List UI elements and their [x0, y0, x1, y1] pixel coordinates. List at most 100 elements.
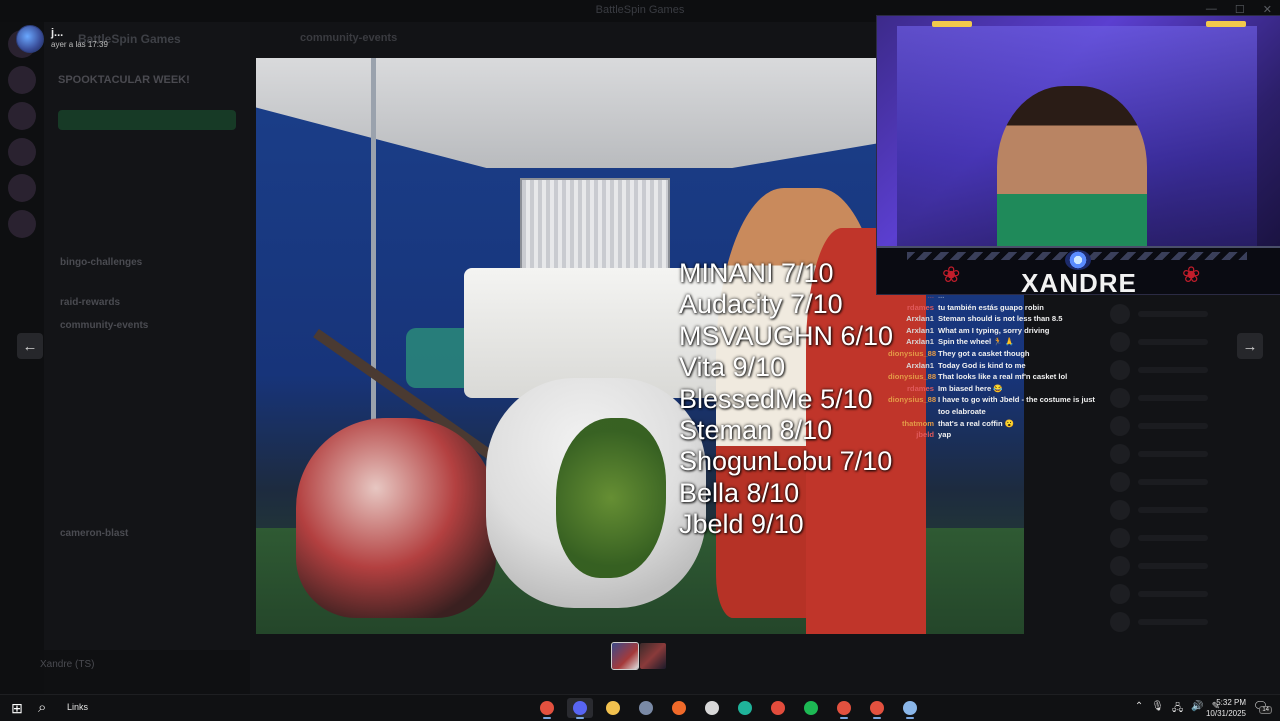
taskbar-app[interactable] — [600, 698, 626, 718]
server-icon[interactable] — [8, 66, 36, 94]
member-item[interactable] — [1110, 300, 1280, 328]
discord-icon — [573, 701, 587, 715]
chat-message: rdames tu también estás guapo robin — [888, 302, 1098, 314]
image-thumbnail[interactable] — [611, 642, 639, 670]
taskbar-apps — [534, 698, 923, 719]
user-panel — [44, 650, 250, 694]
volume-icon[interactable]: 🔊 — [1191, 701, 1203, 718]
search-label[interactable]: Links — [67, 702, 88, 712]
photo-bloody-costume — [296, 418, 496, 618]
taskbar-app[interactable] — [699, 698, 725, 718]
score-item: Jbeld 9/10 — [679, 509, 804, 540]
taskbar-app[interactable] — [765, 698, 791, 718]
network-icon[interactable]: 🖧 — [1172, 701, 1183, 718]
score-item: MSVAUGHN 6/10 — [679, 320, 894, 351]
chevron-up-icon[interactable]: ⌃ — [1135, 701, 1143, 718]
member-item[interactable] — [1110, 496, 1280, 524]
chat-user: rdames — [906, 302, 934, 312]
member-item[interactable] — [1110, 356, 1280, 384]
score-item: ShogunLobu 7/10 — [679, 446, 893, 477]
chat-message: dionysius_88 That looks like a real mf'n … — [888, 371, 1098, 383]
chat-text: tu también estás guapo robin — [938, 302, 1044, 312]
chat-user: Arxlan1 — [906, 325, 934, 335]
taskbar-app[interactable] — [798, 698, 824, 718]
previous-image-button[interactable]: ← — [17, 333, 43, 359]
chat-user: dionysius_88 — [888, 395, 937, 405]
notification-count: 14 — [1259, 706, 1272, 714]
webcam-overlay: ❀ XANDRE ❀ — [876, 15, 1280, 295]
taskbar-app[interactable] — [534, 698, 560, 719]
member-item[interactable] — [1110, 552, 1280, 580]
windows-start-icon[interactable]: ⊞ — [8, 700, 26, 716]
microphone-icon[interactable]: 🎙 — [1151, 701, 1164, 718]
event-button[interactable] — [58, 110, 236, 130]
chat-user: Arxlan1 — [906, 337, 934, 347]
taskbar-app[interactable] — [864, 698, 890, 719]
chat-message: rdames Im biased here 😂 — [888, 383, 1098, 395]
file-explorer-icon — [606, 701, 620, 715]
taskbar-app[interactable] — [897, 698, 923, 719]
member-item[interactable] — [1110, 524, 1280, 552]
search-icon[interactable]: ⌕ — [38, 699, 46, 716]
swirl-logo-icon — [1065, 250, 1091, 270]
app-teal-icon — [738, 701, 752, 715]
member-item[interactable] — [1110, 468, 1280, 496]
notification-icon[interactable]: 🗨14 — [1253, 699, 1272, 714]
running-indicator — [873, 717, 881, 719]
chat-user: rdames — [906, 383, 934, 393]
chrome-icon — [540, 701, 554, 715]
photo-casket-lid — [520, 178, 670, 282]
chat-user: jbeld — [916, 430, 934, 440]
chat-text: What am I typing, sorry driving — [938, 325, 1050, 335]
server-icon[interactable] — [8, 102, 36, 130]
chat-text: Spin the wheel 🏃 🙏 — [938, 337, 1015, 347]
stream-chat: ...... rdames tu también estás guapo robi… — [888, 290, 1098, 441]
poster-avatar[interactable] — [16, 25, 44, 53]
taskbar-app[interactable] — [666, 698, 692, 718]
score-item: Vita 9/10 — [679, 352, 786, 383]
member-item[interactable] — [1110, 412, 1280, 440]
obs-icon — [705, 701, 719, 715]
taskbar-app[interactable] — [633, 698, 659, 718]
calendar-icon — [771, 701, 785, 715]
overlay-accent — [1206, 21, 1246, 27]
overlay-accent — [932, 21, 972, 27]
chat-message: jbeld yap — [888, 429, 1098, 441]
server-icon[interactable] — [8, 174, 36, 202]
chat-user: Arxlan1 — [906, 314, 934, 324]
member-item[interactable] — [1110, 440, 1280, 468]
taskbar-app[interactable] — [831, 698, 857, 719]
channel-item[interactable]: raid-rewards — [60, 297, 120, 308]
server-icon[interactable] — [8, 138, 36, 166]
channel-item[interactable]: cameron-blast — [60, 528, 128, 539]
clock-time: 5:32 PM — [1216, 698, 1246, 707]
taskbar-app[interactable] — [732, 698, 758, 718]
notes-icon — [903, 701, 917, 715]
clock-date: 10/31/2025 — [1205, 709, 1246, 718]
brave-icon — [672, 701, 686, 715]
rose-icon: ❀ — [1182, 262, 1201, 287]
image-thumbnail[interactable] — [640, 643, 666, 669]
taskbar-app[interactable] — [567, 698, 593, 719]
server-icon[interactable] — [8, 210, 36, 238]
chat-user: dionysius_88 — [888, 372, 937, 382]
clock[interactable]: 5:32 PM 10/31/2025 — [1206, 697, 1246, 719]
channel-item[interactable]: bingo-challenges — [60, 257, 142, 268]
chat-user: thatmom — [901, 418, 934, 428]
chat-text: I have to go with Jbeld - the costume is… — [938, 395, 1095, 416]
channel-item[interactable]: community-events — [60, 320, 148, 331]
score-item: MINANI 7/10 — [679, 258, 834, 288]
next-image-button[interactable]: → — [1237, 333, 1263, 359]
chat-message: dionysius_88 They got a casket though — [888, 348, 1098, 360]
running-indicator — [906, 717, 914, 719]
member-item[interactable] — [1110, 580, 1280, 608]
member-item[interactable] — [1110, 384, 1280, 412]
channel-header: community-events — [300, 32, 398, 44]
chat-text: Today God is kind to me — [938, 360, 1026, 370]
chat-user: ... — [927, 291, 934, 300]
windows-taskbar: ⊞ ⌕ Links ⌃ 🎙 🖧 🔊 ✎ 5:32 PM 10/31/2025 🗨… — [0, 694, 1280, 721]
poster-name[interactable]: j... — [51, 27, 63, 39]
running-indicator — [840, 717, 848, 719]
member-item[interactable] — [1110, 608, 1280, 636]
chat-text: Steman should is not less than 8.5 — [938, 314, 1063, 324]
